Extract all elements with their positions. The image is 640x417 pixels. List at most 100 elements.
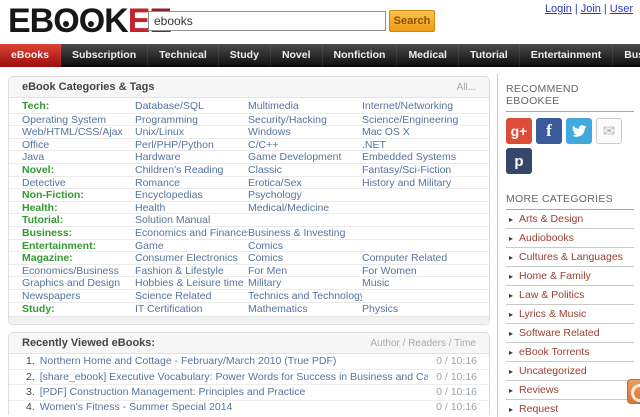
tag-link-hobbies-leisure-time[interactable]: Hobbies & Leisure time bbox=[135, 277, 248, 288]
all-categories-link[interactable]: All... bbox=[457, 77, 476, 98]
category-label-novel[interactable]: Novel: bbox=[22, 164, 135, 175]
tag-link-children-s-reading[interactable]: Children's Reading bbox=[135, 164, 248, 175]
tag-link-consumer-electronics[interactable]: Consumer Electronics bbox=[135, 252, 248, 263]
category-label-non-fiction[interactable]: Non-Fiction: bbox=[22, 189, 135, 200]
tag-link-detective[interactable]: Detective bbox=[22, 177, 135, 188]
sidebar-category-request[interactable]: ▸ Request bbox=[506, 400, 634, 417]
sidebar-category-uncategorized[interactable]: ▸ Uncategorized bbox=[506, 362, 634, 381]
tag-link-programming[interactable]: Programming bbox=[135, 114, 248, 125]
top-link-join[interactable]: Join bbox=[581, 3, 601, 15]
category-label-business[interactable]: Business: bbox=[22, 227, 135, 238]
tag-link-physics[interactable]: Physics bbox=[362, 303, 489, 314]
category-row: Detective Romance Erotica/Sex History and M… bbox=[9, 175, 489, 188]
tag-link-fashion-lifestyle[interactable]: Fashion & Lifestyle bbox=[135, 265, 248, 276]
tag-link-internet-networking[interactable]: Internet/Networking bbox=[362, 100, 489, 113]
tag-link-database-sql[interactable]: Database/SQL bbox=[135, 100, 248, 113]
tag-link-economics-and-finances[interactable]: Economics and Finances bbox=[135, 227, 248, 238]
recent-ebook-link[interactable]: Northern Home and Cottage - February/Mar… bbox=[40, 354, 428, 369]
tag-link-mac-os-x[interactable]: Mac OS X bbox=[362, 126, 489, 137]
tag-link-computer-related[interactable]: Computer Related bbox=[362, 252, 489, 263]
sidebar-category-law-politics[interactable]: ▸ Law & Politics bbox=[506, 286, 634, 305]
nav-item-novel[interactable]: Novel bbox=[271, 44, 323, 67]
tag-link-game-development[interactable]: Game Development bbox=[248, 151, 362, 162]
nav-item-medical[interactable]: Medical bbox=[397, 44, 459, 67]
tag-link-for-men[interactable]: For Men bbox=[248, 265, 362, 276]
tag-link-erotica-sex[interactable]: Erotica/Sex bbox=[248, 177, 362, 188]
sidebar-category-ebook-torrents[interactable]: ▸ eBook Torrents bbox=[506, 343, 634, 362]
sidebar-category-lyrics-music[interactable]: ▸ Lyrics & Music bbox=[506, 305, 634, 324]
recent-ebook-link[interactable]: [PDF] Construction Management: Principle… bbox=[40, 385, 428, 400]
ebookee-logo[interactable]: EBOOKEE bbox=[8, 2, 172, 41]
tag-link-multimedia[interactable]: Multimedia bbox=[248, 100, 362, 113]
tag-link-security-hacking[interactable]: Security/Hacking bbox=[248, 114, 362, 125]
tag-link-graphics-and-design[interactable]: Graphics and Design bbox=[22, 277, 135, 288]
sidebar-category-software-related[interactable]: ▸ Software Related bbox=[506, 324, 634, 343]
tag-link-comics[interactable]: Comics bbox=[248, 240, 362, 251]
category-label-entertainment[interactable]: Entertainment: bbox=[22, 240, 135, 251]
tag-link-game[interactable]: Game bbox=[135, 240, 248, 251]
tag-link-for-women[interactable]: For Women bbox=[362, 265, 489, 276]
nav-item-nonfiction[interactable]: Nonfiction bbox=[323, 44, 398, 67]
nav-item-study[interactable]: Study bbox=[219, 44, 271, 67]
tag-link-unix-linux[interactable]: Unix/Linux bbox=[135, 126, 248, 137]
tag-link-science-related[interactable]: Science Related bbox=[135, 290, 248, 301]
tag-link-hardware[interactable]: Hardware bbox=[135, 151, 248, 162]
sidebar-category-arts-design[interactable]: ▸ Arts & Design bbox=[506, 210, 634, 229]
category-label-magazine[interactable]: Magazine: bbox=[22, 252, 135, 263]
sidebar-category-reviews[interactable]: ▸ Reviews bbox=[506, 381, 634, 400]
nav-item-entertainment[interactable]: Entertainment bbox=[520, 44, 614, 67]
tag-link-perl-php-python[interactable]: Perl/PHP/Python bbox=[135, 139, 248, 150]
tag-link-operating-system[interactable]: Operating System bbox=[22, 114, 135, 125]
tag-link-java[interactable]: Java bbox=[22, 151, 135, 162]
tag-link-science-engineering[interactable]: Science/Engineering bbox=[362, 114, 489, 125]
tag-link-psychology[interactable]: Psychology bbox=[248, 189, 362, 200]
tag-link-embedded-systems[interactable]: Embedded Systems bbox=[362, 151, 489, 162]
tag-link-newspapers[interactable]: Newspapers bbox=[22, 290, 135, 301]
nav-item-business[interactable]: Business bbox=[613, 44, 640, 67]
tag-link-web-html-css-ajax[interactable]: Web/HTML/CSS/Ajax bbox=[22, 126, 135, 137]
facebook-icon[interactable]: f bbox=[536, 118, 562, 144]
tag-link-encyclopedias[interactable]: Encyclopedias bbox=[135, 189, 248, 200]
tag-link-music[interactable]: Music bbox=[362, 277, 489, 288]
tag-link-comics[interactable]: Comics bbox=[248, 252, 362, 263]
email-icon[interactable]: ✉ bbox=[596, 118, 622, 144]
tag-link-economics-business[interactable]: Economics/Business bbox=[22, 265, 135, 276]
search-button[interactable]: Search bbox=[389, 10, 435, 32]
twitter-icon[interactable] bbox=[566, 118, 592, 144]
nav-item-ebooks[interactable]: eBooks bbox=[0, 44, 61, 67]
top-link-user[interactable]: User bbox=[610, 3, 633, 15]
sidebar-category-home-family[interactable]: ▸ Home & Family bbox=[506, 267, 634, 286]
sidebar-category-audiobooks[interactable]: ▸ Audiobooks bbox=[506, 229, 634, 248]
recent-ebook-link[interactable]: [share_ebook] Executive Vocabulary: Powe… bbox=[40, 370, 428, 385]
tag-link-office[interactable]: Office bbox=[22, 139, 135, 150]
tag-link-history-and-military[interactable]: History and Military bbox=[362, 177, 489, 188]
tag-link-fantasy-sci-fiction[interactable]: Fantasy/Sci-Fiction bbox=[362, 164, 489, 175]
tag-link-health[interactable]: Health bbox=[135, 202, 248, 213]
tag-link-romance[interactable]: Romance bbox=[135, 177, 248, 188]
category-label-tutorial[interactable]: Tutorial: bbox=[22, 214, 135, 225]
feed-badge-icon[interactable] bbox=[627, 379, 640, 404]
tag-link-windows[interactable]: Windows bbox=[248, 126, 362, 137]
nav-item-technical[interactable]: Technical bbox=[148, 44, 219, 67]
search-input[interactable] bbox=[148, 11, 386, 31]
tag-link-it-certification[interactable]: IT Certification bbox=[135, 303, 248, 314]
tag-link-c-c[interactable]: C/C++ bbox=[248, 139, 362, 150]
tag-link-military[interactable]: Military bbox=[248, 277, 362, 288]
category-label-health[interactable]: Health: bbox=[22, 202, 135, 213]
recent-ebook-link[interactable]: Women's Fitness - Summer Special 2014 bbox=[40, 400, 428, 415]
pocket-icon[interactable]: p bbox=[506, 148, 532, 174]
tag-link-medical-medicine[interactable]: Medical/Medicine bbox=[248, 202, 362, 213]
tag-link-solution-manual[interactable]: Solution Manual bbox=[135, 214, 248, 225]
tag-link-technics-and-technology[interactable]: Technics and Technology bbox=[248, 290, 362, 301]
tag-link-business-investing[interactable]: Business & Investing bbox=[248, 227, 362, 238]
category-label-tech[interactable]: Tech: bbox=[22, 100, 135, 113]
category-label-study[interactable]: Study: bbox=[22, 303, 135, 314]
top-link-login[interactable]: Login bbox=[545, 3, 572, 15]
nav-item-tutorial[interactable]: Tutorial bbox=[459, 44, 520, 67]
tag-link-net[interactable]: .NET bbox=[362, 139, 489, 150]
nav-item-subscription[interactable]: Subscription bbox=[61, 44, 149, 67]
tag-link-classic[interactable]: Classic bbox=[248, 164, 362, 175]
googleplus-icon[interactable]: g+ bbox=[506, 118, 532, 144]
sidebar-category-cultures-languages[interactable]: ▸ Cultures & Languages bbox=[506, 248, 634, 267]
tag-link-mathematics[interactable]: Mathematics bbox=[248, 303, 362, 314]
